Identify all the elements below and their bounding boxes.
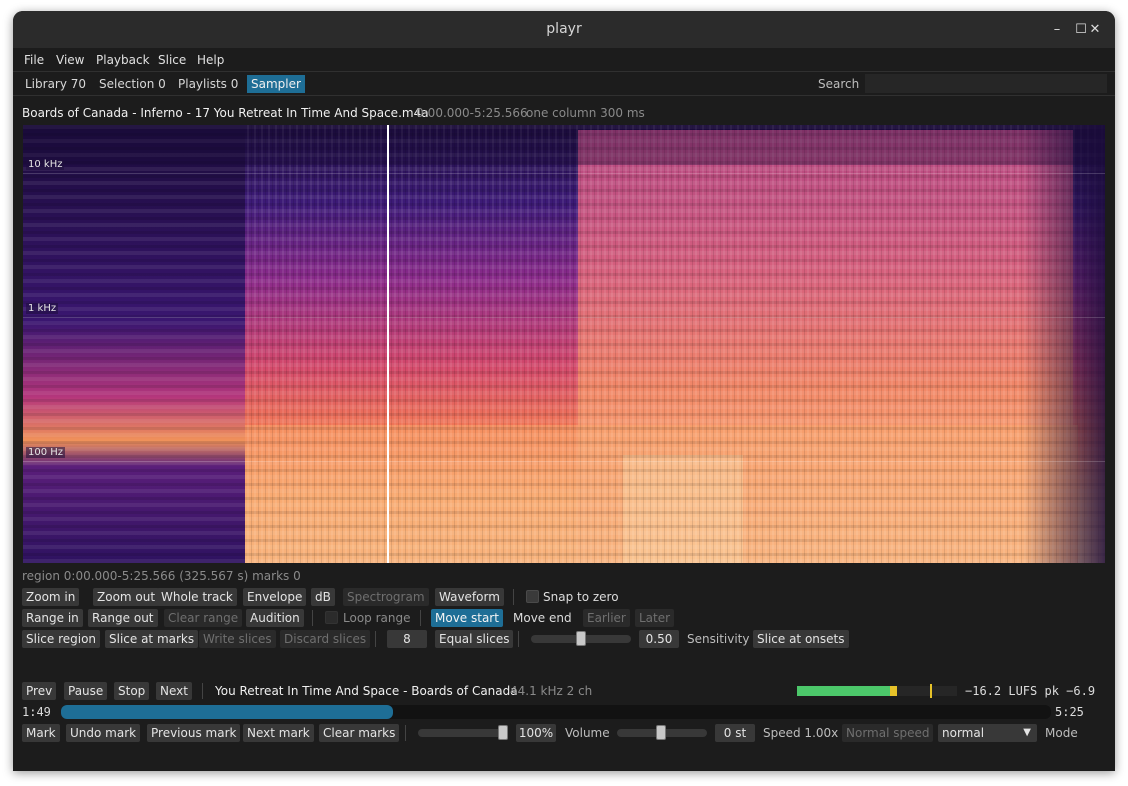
earlier-button[interactable]: Earlier: [583, 609, 630, 627]
tab-playlists[interactable]: Playlists 0: [174, 75, 242, 93]
tab-sampler[interactable]: Sampler: [247, 75, 305, 93]
slice-region-button[interactable]: Slice region: [22, 630, 101, 648]
volume-slider-knob[interactable]: [498, 725, 508, 740]
tab-library[interactable]: Library 70: [21, 75, 90, 93]
undo-mark-button[interactable]: Undo mark: [66, 724, 141, 742]
menu-slice[interactable]: Slice: [158, 53, 186, 67]
spectrogram-image: [23, 125, 1105, 563]
separator: [312, 610, 313, 626]
next-mark-button[interactable]: Next mark: [243, 724, 314, 742]
range-out-button[interactable]: Range out: [88, 609, 158, 627]
volume-slider[interactable]: [418, 729, 508, 737]
separator: [518, 631, 519, 647]
tab-bar: Library 70 Selection 0 Playlists 0 Sampl…: [13, 71, 1115, 96]
grid-line: [23, 317, 1105, 318]
clear-range-button[interactable]: Clear range: [164, 609, 243, 627]
discard-slices-button[interactable]: Discard slices: [280, 630, 371, 648]
audio-format: 44.1 kHz 2 ch: [510, 684, 593, 698]
mark-button[interactable]: Mark: [22, 724, 60, 742]
db-button[interactable]: dB: [311, 588, 335, 606]
loudness-meter: [797, 684, 957, 698]
whole-track-button[interactable]: Whole track: [157, 588, 237, 606]
meter-yellow: [889, 686, 897, 696]
app-window: playr – ☐ ✕ File View Playback Slice Hel…: [13, 11, 1115, 771]
grid-line: [23, 173, 1105, 174]
range-in-button[interactable]: Range in: [22, 609, 83, 627]
freq-label-1khz: 1 kHz: [26, 303, 59, 314]
pause-button[interactable]: Pause: [64, 682, 108, 700]
progress-bar[interactable]: [61, 705, 1051, 719]
menu-view[interactable]: View: [56, 53, 84, 67]
freq-label-100hz: 100 Hz: [26, 447, 66, 458]
close-icon[interactable]: ✕: [1085, 20, 1105, 40]
grid-line: [23, 461, 1105, 462]
loop-range-checkbox[interactable]: [325, 611, 338, 624]
menu-help[interactable]: Help: [197, 53, 224, 67]
loop-range-label: Loop range: [343, 611, 411, 625]
slice-at-onsets-button[interactable]: Slice at onsets: [753, 630, 849, 648]
search-input[interactable]: [865, 74, 1107, 93]
speed-label: Speed 1.00x: [763, 726, 839, 740]
snap-to-zero-label: Snap to zero: [543, 590, 619, 604]
mode-label: Mode: [1045, 726, 1078, 740]
elapsed-time: 1:49: [22, 705, 51, 719]
mode-select[interactable]: normal ▼: [938, 724, 1037, 742]
now-playing-title: You Retreat In Time And Space - Boards o…: [215, 684, 518, 698]
pitch-slider-knob[interactable]: [656, 725, 666, 740]
pitch-value[interactable]: 0 st: [715, 724, 755, 742]
separator: [202, 683, 203, 699]
stop-button[interactable]: Stop: [114, 682, 150, 700]
next-button[interactable]: Next: [156, 682, 192, 700]
waveform-button[interactable]: Waveform: [435, 588, 504, 606]
window-title: playr: [546, 21, 582, 37]
write-slices-button[interactable]: Write slices: [199, 630, 276, 648]
sensitivity-label: Sensitivity: [687, 632, 750, 646]
menu-file[interactable]: File: [24, 53, 44, 67]
tab-selection[interactable]: Selection 0: [95, 75, 170, 93]
volume-value[interactable]: 100%: [516, 724, 556, 742]
sensitivity-slider-knob[interactable]: [576, 631, 586, 646]
clear-marks-button[interactable]: Clear marks: [319, 724, 400, 742]
zoom-out-button[interactable]: Zoom out: [93, 588, 160, 606]
move-end-button[interactable]: Move end: [513, 611, 572, 625]
move-start-button[interactable]: Move start: [431, 609, 503, 627]
freq-label-10khz: 10 kHz: [26, 159, 65, 170]
volume-label: Volume: [565, 726, 610, 740]
separator: [420, 610, 421, 626]
normal-speed-button[interactable]: Normal speed: [842, 724, 934, 742]
separator: [513, 589, 514, 605]
separator: [405, 725, 406, 741]
loudness-readout: −16.2 LUFS pk −6.9: [965, 684, 1096, 698]
equal-slices-button[interactable]: Equal slices: [435, 630, 514, 648]
menu-playback[interactable]: Playback: [96, 53, 150, 67]
separator: [375, 631, 376, 647]
search-label: Search: [818, 77, 860, 91]
envelope-button[interactable]: Envelope: [243, 588, 307, 606]
meter-fill: [797, 686, 890, 696]
later-button[interactable]: Later: [635, 609, 675, 627]
minimize-icon[interactable]: –: [1047, 20, 1067, 40]
zoom-in-button[interactable]: Zoom in: [22, 588, 80, 606]
mode-value: normal: [942, 726, 985, 740]
snap-to-zero-checkbox[interactable]: [526, 590, 539, 603]
sensitivity-value[interactable]: 0.50: [639, 630, 679, 648]
file-name: Boards of Canada - Inferno - 17 You Retr…: [22, 106, 429, 120]
slice-at-marks-button[interactable]: Slice at marks: [105, 630, 199, 648]
spectrogram-button[interactable]: Spectrogram: [343, 588, 429, 606]
total-time: 5:25: [1055, 705, 1084, 719]
progress-fill: [61, 705, 393, 719]
audition-button[interactable]: Audition: [246, 609, 304, 627]
previous-mark-button[interactable]: Previous mark: [147, 724, 241, 742]
title-bar: playr – ☐ ✕: [13, 11, 1115, 48]
prev-button[interactable]: Prev: [22, 682, 57, 700]
file-range: 0:00.000-5:25.566: [416, 106, 528, 120]
menu-bar: File View Playback Slice Help: [13, 48, 1115, 71]
spectrogram-view[interactable]: 10 kHz 1 kHz 100 Hz: [23, 125, 1105, 563]
slice-count-field[interactable]: 8: [387, 630, 427, 648]
playhead[interactable]: [386, 125, 389, 563]
chevron-down-icon: ▼: [1023, 727, 1031, 738]
column-info: one column 300 ms: [526, 106, 645, 120]
meter-peak-marker: [929, 684, 932, 698]
region-status: region 0:00.000-5:25.566 (325.567 s) mar…: [22, 569, 301, 583]
